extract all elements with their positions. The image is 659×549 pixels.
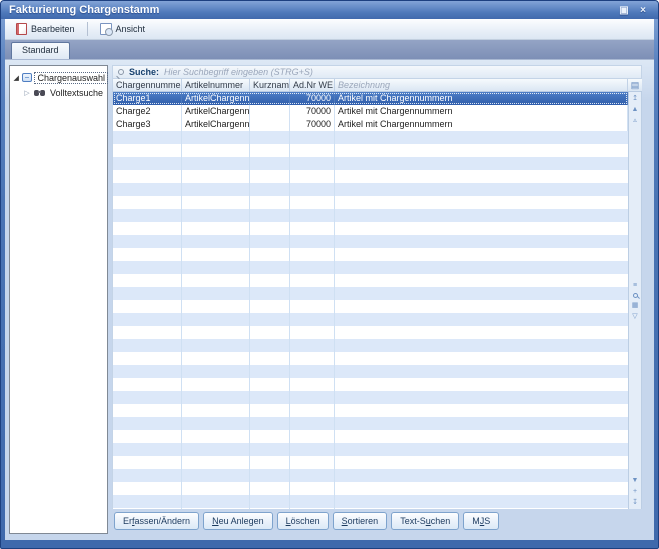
button-label-part: ortieren bbox=[348, 516, 379, 526]
strip-group-top: ↥ ▲ ▵ bbox=[632, 95, 639, 124]
table-cell: ArtikelChargennumme bbox=[182, 118, 250, 131]
table-row[interactable]: Charge1ArtikelChargennumme 70000Artikel m… bbox=[113, 92, 628, 105]
table-row[interactable]: Charge2ArtikelChargennumme 70000Artikel m… bbox=[113, 105, 628, 118]
tab-standard-label: Standard bbox=[22, 45, 59, 55]
action-button-bar: Erfassen/ÄndernNeu AnlegenLöschenSortier… bbox=[114, 511, 499, 531]
tree-expanded-icon[interactable]: ◢ bbox=[13, 74, 19, 82]
tab-content: ◢ Chargenauswahl ▷ Volltextsuche Suche: … bbox=[5, 60, 654, 540]
client-area: Bearbeiten Ansicht Standard ◢ Chargenaus… bbox=[5, 19, 654, 540]
tab-strip: Standard bbox=[5, 40, 654, 60]
column-chooser-icon[interactable]: ▤ bbox=[628, 79, 642, 92]
column-header-label: Kurzname bbox=[253, 80, 290, 90]
close-icon[interactable]: × bbox=[636, 4, 650, 17]
search-placeholder: Hier Suchbegriff eingeben (STRG+S) bbox=[164, 67, 313, 77]
ansicht-button[interactable]: Ansicht bbox=[93, 20, 153, 38]
grid-side-toolbar: ↥ ▲ ▵ ≡ ▦ ▽ ▼ + ↧ bbox=[628, 92, 642, 509]
filter-icon[interactable]: ▽ bbox=[632, 313, 637, 320]
tree-item-chargenauswahl[interactable]: ◢ Chargenauswahl bbox=[10, 70, 107, 85]
titlebar[interactable]: Fakturierung Chargenstamm ▣ × bbox=[1, 1, 658, 19]
grid-line bbox=[289, 92, 290, 509]
grid-line bbox=[334, 92, 335, 509]
button-label-part: chen bbox=[431, 516, 451, 526]
button-label-part: assen/Ändern bbox=[135, 516, 191, 526]
column-header-chargennummer[interactable]: Chargennummer▼ bbox=[113, 79, 182, 91]
column-header-bezeichnung[interactable]: Bezeichnung bbox=[335, 79, 628, 91]
restore-icon[interactable]: ▣ bbox=[617, 4, 631, 17]
table-cell: Artikel mit Chargennummern bbox=[335, 92, 628, 105]
column-header-adnrwe[interactable]: Ad.Nr WE bbox=[290, 79, 335, 91]
toolbar-separator bbox=[87, 22, 88, 36]
strip-group-bottom: ▼ + ↧ bbox=[632, 477, 639, 506]
table-cell: Charge1 bbox=[113, 92, 182, 105]
table-rows: Charge1ArtikelChargennumme 70000Artikel m… bbox=[113, 92, 628, 131]
bearbeiten-button[interactable]: Bearbeiten bbox=[9, 20, 82, 38]
loeschen-button[interactable]: Löschen bbox=[277, 512, 329, 530]
tree-collapsed-icon[interactable]: ▷ bbox=[23, 89, 31, 97]
zoom-in-icon[interactable]: + bbox=[633, 488, 637, 495]
scroll-top-icon[interactable]: ↥ bbox=[632, 95, 638, 102]
search-icon[interactable] bbox=[633, 293, 638, 298]
column-header-label: Artikelnummer bbox=[185, 80, 243, 90]
tree-item-label[interactable]: Volltextsuche bbox=[48, 88, 105, 98]
search-icon bbox=[118, 69, 124, 75]
button-label-part: Text-S bbox=[400, 516, 426, 526]
button-label-part: öschen bbox=[291, 516, 320, 526]
main-panel: Suche: Hier Suchbegriff eingeben (STRG+S… bbox=[112, 65, 642, 534]
table-cell: 70000 bbox=[290, 92, 335, 105]
toolbar: Bearbeiten Ansicht bbox=[5, 19, 654, 40]
bearbeiten-label: Bearbeiten bbox=[31, 24, 75, 34]
erfassen-aendern-button[interactable]: Erfassen/Ändern bbox=[114, 512, 199, 530]
tree-item-label[interactable]: Chargenauswahl bbox=[35, 73, 107, 83]
strip-group-middle: ≡ ▦ ▽ bbox=[632, 282, 639, 320]
row-up-icon[interactable]: ▵ bbox=[633, 117, 637, 124]
table-cell: 70000 bbox=[290, 118, 335, 131]
window-title: Fakturierung Chargenstamm bbox=[9, 4, 159, 16]
button-label-part: S bbox=[484, 516, 490, 526]
tree-item-volltextsuche[interactable]: ▷ Volltextsuche bbox=[10, 85, 107, 100]
search-label: Suche: bbox=[129, 67, 159, 77]
neu-anlegen-button[interactable]: Neu Anlegen bbox=[203, 512, 273, 530]
ansicht-label: Ansicht bbox=[116, 24, 146, 34]
scroll-bottom-icon[interactable]: ↧ bbox=[632, 499, 638, 506]
sortieren-button[interactable]: Sortieren bbox=[333, 512, 388, 530]
table-cell: ArtikelChargennumme bbox=[182, 92, 250, 105]
text-suchen-button[interactable]: Text-Suchen bbox=[391, 512, 459, 530]
binoculars-icon bbox=[34, 90, 39, 96]
table-cell: Charge3 bbox=[113, 118, 182, 131]
table-cell: ArtikelChargennumme bbox=[182, 105, 250, 118]
navigation-tree: ◢ Chargenauswahl ▷ Volltextsuche bbox=[9, 65, 108, 534]
table-cell: Artikel mit Chargennummern bbox=[335, 118, 628, 131]
table-row[interactable]: Charge3ArtikelChargennumme 70000Artikel m… bbox=[113, 118, 628, 131]
window-controls: ▣ × bbox=[617, 4, 650, 17]
edit-icon bbox=[16, 23, 27, 35]
table-cell: Charge2 bbox=[113, 105, 182, 118]
grid-line bbox=[181, 92, 182, 509]
scroll-up-icon[interactable]: ▲ bbox=[632, 106, 639, 113]
button-label-part: Er bbox=[123, 516, 132, 526]
table-header: Chargennummer▼Artikelnummer KurznameAd.Nr… bbox=[112, 79, 628, 92]
table-cell bbox=[250, 105, 290, 118]
column-header-label: Bezeichnung bbox=[338, 80, 390, 90]
search-bar[interactable]: Suche: Hier Suchbegriff eingeben (STRG+S… bbox=[112, 65, 642, 79]
table-body: Charge1ArtikelChargennumme 70000Artikel m… bbox=[112, 92, 628, 509]
table-cell: 70000 bbox=[290, 105, 335, 118]
tab-standard[interactable]: Standard bbox=[11, 42, 70, 59]
table-cell bbox=[250, 92, 290, 105]
column-header-kurzname[interactable]: Kurzname bbox=[250, 79, 290, 91]
column-header-label: Chargennummer bbox=[116, 80, 182, 90]
column-header-label: Ad.Nr WE bbox=[293, 80, 333, 90]
view-icon bbox=[100, 23, 112, 35]
mjs-button[interactable]: MJS bbox=[463, 512, 499, 530]
scroll-down-icon[interactable]: ▼ bbox=[632, 477, 639, 484]
button-label-part: eu Anlegen bbox=[219, 516, 264, 526]
table-cell: Artikel mit Chargennummern bbox=[335, 105, 628, 118]
column-header-artikelnummer[interactable]: Artikelnummer bbox=[182, 79, 250, 91]
row-height-icon[interactable]: ≡ bbox=[633, 282, 637, 289]
app-window: Fakturierung Chargenstamm ▣ × Bearbeiten… bbox=[0, 0, 659, 549]
grid-line bbox=[249, 92, 250, 509]
list-panel-icon bbox=[22, 73, 32, 82]
table-cell bbox=[250, 118, 290, 131]
grid-icon[interactable]: ▦ bbox=[632, 302, 639, 309]
button-label-part: M bbox=[472, 516, 480, 526]
